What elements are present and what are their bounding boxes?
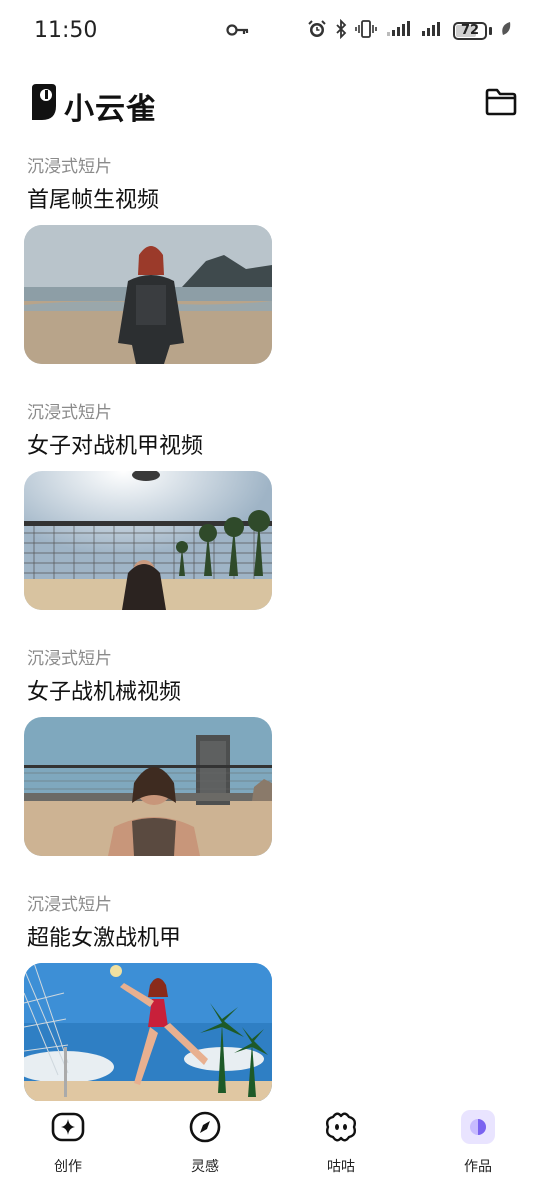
video-thumbnail[interactable] [24,471,272,610]
work-card[interactable]: 沉浸式短片 首尾帧生视频 [0,146,546,392]
alarm-icon [307,19,327,43]
nav-label: 咕咕 [327,1159,355,1175]
signal-icon-2 [421,20,445,42]
key-icon [226,22,250,41]
app-title: 小云雀 [64,92,157,127]
card-title: 女子战机械视频 [27,680,182,705]
bottom-nav: 创作 灵感 咕咕 作品 [0,1101,546,1200]
battery-cap [489,27,492,35]
card-category: 沉浸式短片 [27,157,112,177]
cloud-face-icon [323,1109,359,1145]
work-card[interactable]: 沉浸式短片 女子对战机甲视频 [0,392,546,638]
card-category: 沉浸式短片 [27,649,112,669]
battery-level: 72 [460,23,480,38]
card-title: 女子对战机甲视频 [27,434,204,459]
folder-button[interactable] [484,86,518,118]
works-icon [460,1109,496,1145]
video-thumbnail[interactable] [24,717,272,856]
card-category: 沉浸式短片 [27,403,112,423]
work-card[interactable]: 沉浸式短片 女子战机械视频 [0,638,546,884]
battery-indicator: 72 [453,22,487,40]
work-card[interactable]: 沉浸式短片 超能女激战机甲 [0,884,546,1101]
works-feed: 沉浸式短片 首尾帧生视频 沉浸式短片 女子对战机甲视频 沉浸式短片 女子战机械视… [0,146,546,1101]
video-thumbnail[interactable] [24,963,272,1101]
status-icons: 72 [307,18,512,43]
nav-label: 创作 [54,1159,82,1175]
nav-tab-create[interactable]: 创作 [23,1109,113,1179]
app-header: 小云雀 [0,80,546,128]
sparkle-icon [50,1109,86,1145]
vibrate-icon [355,19,377,43]
folder-icon [485,88,517,116]
nav-tab-gugu[interactable]: 咕咕 [296,1109,386,1179]
card-title: 首尾帧生视频 [27,188,160,213]
nav-label: 作品 [464,1159,492,1175]
status-time: 11:50 [34,18,98,43]
signal-icon-1 [385,20,413,42]
nav-tab-works[interactable]: 作品 [433,1109,523,1179]
video-thumbnail[interactable] [24,225,272,364]
nav-tab-inspiration[interactable]: 灵感 [160,1109,250,1179]
card-title: 超能女激战机甲 [27,926,182,951]
app-logo-icon [30,82,58,126]
leaf-icon [500,21,512,41]
status-bar: 11:50 72 [0,0,546,64]
nav-label: 灵感 [191,1159,219,1175]
card-category: 沉浸式短片 [27,895,112,915]
bluetooth-icon [335,18,347,43]
compass-icon [187,1109,223,1145]
